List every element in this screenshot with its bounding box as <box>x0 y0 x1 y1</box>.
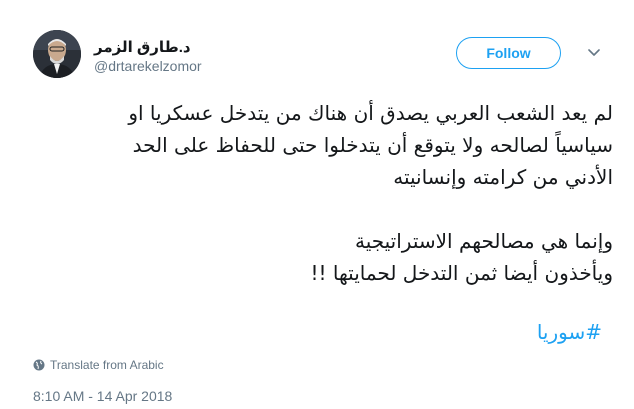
chevron-down-icon[interactable] <box>587 46 601 60</box>
tweet-text-line: الأدني من كرامته وإنسانيته <box>393 165 613 189</box>
globe-icon <box>33 359 45 371</box>
author-display-name[interactable]: د.طارق الزمر <box>94 38 204 56</box>
translate-label[interactable]: Translate from Arabic <box>50 358 164 372</box>
tweet-text-line: سياسياً لصالحه ولا يتوقع أن يتدخلوا حتى … <box>132 133 613 157</box>
avatar-image <box>33 30 81 78</box>
tweet-text-line: وإنما هي مصالحهم الاستراتيجية <box>354 229 613 253</box>
tweet-text-line: لم يعد الشعب العربي يصدق أن هناك من يتدخ… <box>128 101 613 125</box>
author-handle[interactable]: @drtarekelzomor <box>94 58 202 74</box>
tweet-timestamp[interactable]: 8:10 AM - 14 Apr 2018 <box>33 388 172 404</box>
tweet-text-line: ويأخذون أيضا ثمن التدخل لحمايتها !! <box>310 261 613 285</box>
hashtag-link[interactable]: #سوريا <box>537 320 602 344</box>
avatar[interactable] <box>33 30 81 78</box>
tweet-text: لم يعد الشعب العربي يصدق أن هناك من يتدخ… <box>33 97 613 289</box>
follow-button[interactable]: Follow <box>456 37 561 69</box>
tweet-card: د.طارق الزمر @drtarekelzomor Follow لم ي… <box>0 0 634 409</box>
translate-link[interactable]: Translate from Arabic <box>33 358 164 372</box>
